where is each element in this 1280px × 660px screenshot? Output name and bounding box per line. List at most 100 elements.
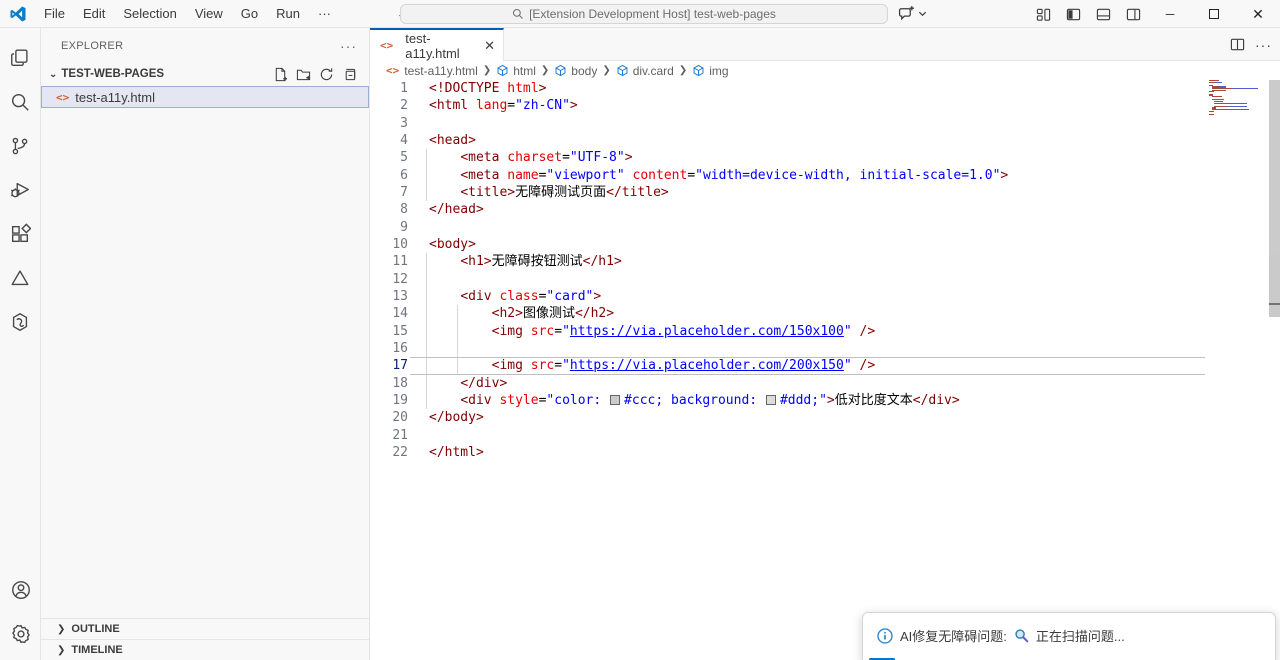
toggle-primary-sidebar-icon[interactable] [1058, 0, 1088, 28]
line-number: 5 [370, 149, 410, 166]
outline-section[interactable]: ❯ OUTLINE [41, 618, 369, 639]
run-debug-icon[interactable] [0, 168, 41, 212]
breadcrumb-item-img[interactable]: img [692, 64, 728, 78]
source-control-icon[interactable] [0, 124, 41, 168]
toggle-panel-icon[interactable] [1088, 0, 1118, 28]
notification-toast[interactable]: AI修复无障碍问题: 正在扫描问题... [862, 612, 1276, 660]
code-line[interactable]: <meta charset="UTF-8"> [410, 149, 1205, 166]
collapse-folders-icon[interactable] [342, 67, 357, 82]
settings-gear-icon[interactable] [0, 612, 41, 656]
customize-layout-icon[interactable] [1028, 0, 1058, 28]
code-line[interactable]: </html> [410, 444, 1205, 461]
explorer-more-actions-icon[interactable]: ··· [340, 38, 357, 54]
line-number: 17 [370, 357, 410, 374]
line-number: 13 [370, 288, 410, 305]
new-folder-icon[interactable] [296, 67, 311, 82]
line-number: 3 [370, 115, 410, 132]
toast-text-after: 正在扫描问题... [1036, 626, 1125, 645]
editor-group: <> test-a11y.html ✕ ··· <>test-a11y.html… [370, 28, 1280, 660]
code-line[interactable]: <head> [410, 132, 1205, 149]
code-editor: 12345678910111213141516171819202122 <!DO… [370, 80, 1280, 660]
code-line[interactable]: </div> [410, 375, 1205, 392]
toast-text-before: AI修复无障碍问题: [900, 626, 1007, 645]
file-item-test-a11y[interactable]: <> test-a11y.html [41, 86, 369, 108]
command-center-search[interactable]: [Extension Development Host] test-web-pa… [400, 4, 888, 24]
menu-run[interactable]: Run [267, 3, 309, 24]
tab-close-icon[interactable]: ✕ [484, 38, 495, 54]
copilot-chat-icon[interactable] [898, 5, 915, 22]
breadcrumb-separator-icon: ❯ [541, 65, 549, 76]
code-line[interactable]: <h1>无障碍按钮测试</h1> [410, 253, 1205, 270]
maximize-button[interactable] [1192, 0, 1236, 28]
refresh-icon[interactable] [319, 67, 334, 82]
menu-file[interactable]: File [35, 3, 74, 24]
hexagon-extension-icon[interactable] [0, 300, 41, 344]
breadcrumb-item-html[interactable]: html [496, 64, 536, 78]
code-line[interactable] [410, 115, 1205, 132]
extensions-icon[interactable] [0, 212, 41, 256]
line-number: 21 [370, 427, 410, 444]
line-number-gutter[interactable]: 12345678910111213141516171819202122 [370, 80, 410, 461]
color-swatch[interactable] [766, 395, 776, 405]
code-line[interactable]: <body> [410, 236, 1205, 253]
editor-more-actions-icon[interactable]: ··· [1255, 37, 1272, 53]
color-swatch[interactable] [610, 395, 620, 405]
search-sidebar-icon[interactable] [0, 80, 41, 124]
toggle-secondary-sidebar-icon[interactable] [1118, 0, 1148, 28]
breadcrumb-item-body[interactable]: body [554, 64, 597, 78]
magnifier-emoji-icon [1014, 628, 1029, 643]
code-line[interactable] [410, 427, 1205, 444]
code-line[interactable]: <div style="color: #ccc; background: #dd… [410, 392, 1205, 409]
new-file-icon[interactable] [273, 67, 288, 82]
timeline-chevron-icon: ❯ [57, 645, 65, 656]
symbol-cube-icon [554, 64, 567, 77]
code-line[interactable]: </head> [410, 201, 1205, 218]
split-editor-icon[interactable] [1230, 37, 1245, 52]
title-bar: FileEditSelectionViewGoRun··· ← → [Exten… [0, 0, 1280, 28]
line-number: 9 [370, 219, 410, 236]
line-number: 2 [370, 97, 410, 114]
explorer-icon[interactable] [0, 36, 41, 80]
html-file-icon: <> [56, 91, 69, 104]
minimap[interactable] [1209, 80, 1266, 115]
azure-extension-icon[interactable] [0, 256, 41, 300]
menu-view[interactable]: View [186, 3, 232, 24]
menu-edit[interactable]: Edit [74, 3, 114, 24]
folder-section-header[interactable]: ⌄ TEST-WEB-PAGES [41, 63, 369, 85]
breadcrumb-item-div-card[interactable]: div.card [616, 64, 674, 78]
chevron-down-icon[interactable] [918, 9, 927, 18]
line-number: 19 [370, 392, 410, 409]
menu-bar: FileEditSelectionViewGoRun··· [35, 3, 340, 24]
code-line[interactable]: <img src="https://via.placeholder.com/15… [410, 323, 1205, 340]
code-line[interactable]: <!DOCTYPE html> [410, 80, 1205, 97]
editor-scrollbar[interactable] [1269, 80, 1280, 317]
menu-go[interactable]: Go [232, 3, 267, 24]
breadcrumb-item-test-a11y-html[interactable]: <>test-a11y.html [386, 64, 478, 78]
code-line[interactable]: <img src="https://via.placeholder.com/20… [410, 357, 1205, 374]
symbol-cube-icon [692, 64, 705, 77]
code-line[interactable]: <html lang="zh-CN"> [410, 97, 1205, 114]
code-line[interactable]: <title>无障碍测试页面</title> [410, 184, 1205, 201]
code-line[interactable] [410, 340, 1205, 357]
section-chevron-icon: ⌄ [49, 69, 57, 79]
menu-[interactable]: ··· [309, 3, 340, 24]
menu-selection[interactable]: Selection [114, 3, 185, 24]
accounts-icon[interactable] [0, 568, 41, 612]
timeline-section[interactable]: ❯ TIMELINE [41, 639, 369, 660]
symbol-cube-icon [616, 64, 629, 77]
code-line[interactable] [410, 271, 1205, 288]
code-line[interactable]: <div class="card"> [410, 288, 1205, 305]
breadcrumb-separator-icon: ❯ [602, 65, 610, 76]
tab-test-a11y[interactable]: <> test-a11y.html ✕ [370, 28, 504, 61]
line-number: 7 [370, 184, 410, 201]
code-lines[interactable]: <!DOCTYPE html><html lang="zh-CN"> <head>… [410, 80, 1205, 461]
close-button[interactable]: ✕ [1236, 0, 1280, 28]
line-number: 18 [370, 375, 410, 392]
minimize-button[interactable]: ─ [1148, 0, 1192, 28]
tab-bar: <> test-a11y.html ✕ ··· [370, 28, 1280, 61]
code-line[interactable]: </body> [410, 409, 1205, 426]
code-line[interactable]: <meta name="viewport" content="width=dev… [410, 167, 1205, 184]
info-icon [877, 628, 893, 644]
code-line[interactable] [410, 219, 1205, 236]
code-line[interactable]: <h2>图像测试</h2> [410, 305, 1205, 322]
